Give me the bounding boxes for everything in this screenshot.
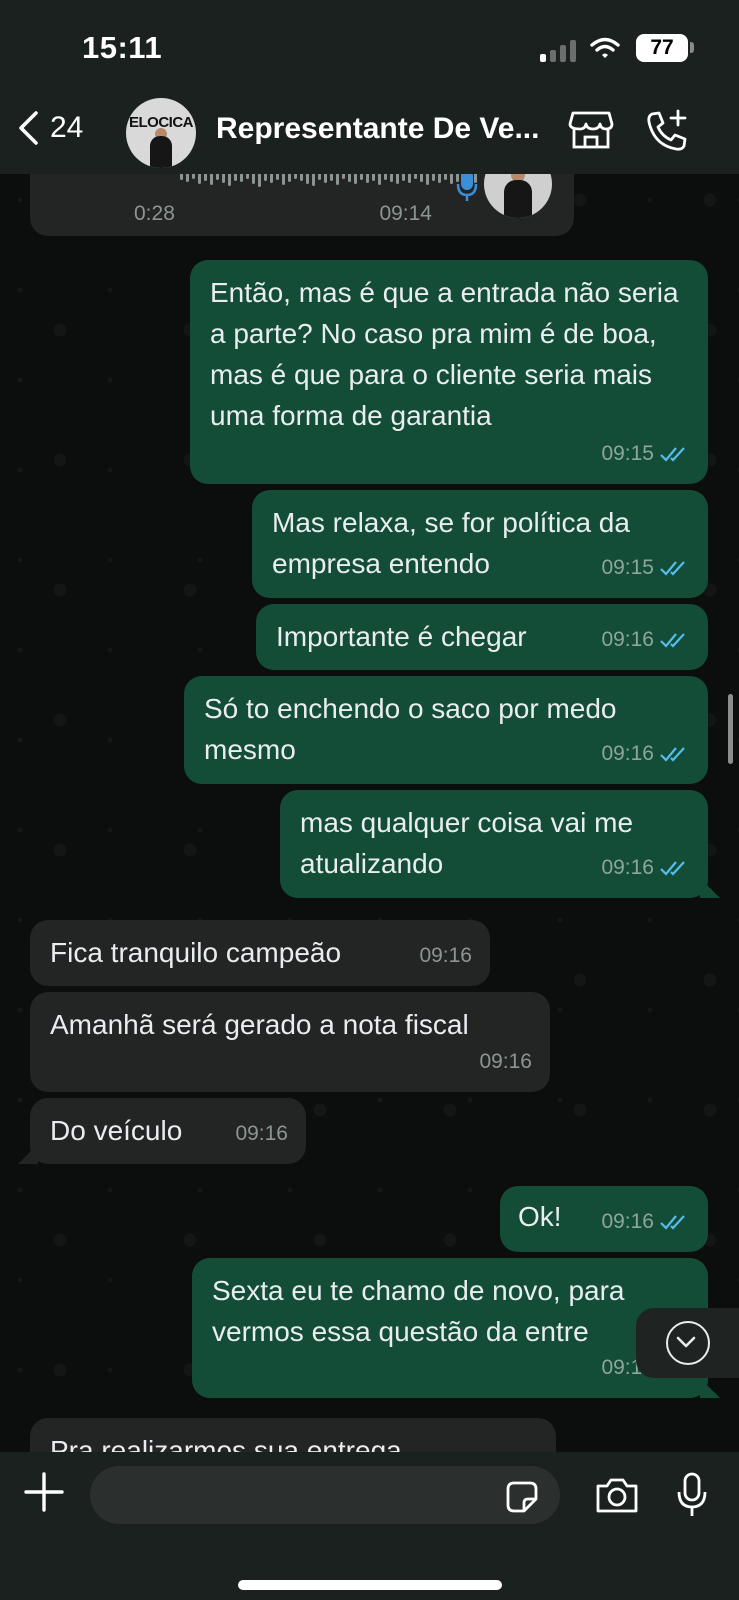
message-time: 09:14 bbox=[379, 202, 432, 225]
scrollbar-thumb[interactable] bbox=[728, 694, 733, 764]
add-call-icon[interactable] bbox=[644, 108, 690, 154]
message-meta: 09:16 bbox=[601, 1201, 690, 1242]
read-ticks-icon bbox=[660, 746, 685, 762]
outgoing-message[interactable]: Importante é chegar 09:16 bbox=[256, 604, 708, 670]
battery-tip bbox=[690, 42, 694, 53]
outgoing-message[interactable]: Sexta eu te chamo de novo, para vermos e… bbox=[192, 1258, 708, 1398]
message-time: 09:16 bbox=[235, 1122, 288, 1145]
message-text: Sexta eu te chamo de novo, para vermos e… bbox=[212, 1275, 625, 1347]
battery-icon: 77 bbox=[636, 34, 688, 62]
message-time: 09:16 bbox=[601, 1210, 654, 1233]
message-meta: 09:16 bbox=[479, 1041, 532, 1082]
message-time: 09:16 bbox=[601, 742, 654, 765]
message-meta: 09:16 bbox=[235, 1113, 288, 1154]
contact-avatar[interactable]: ELOCICA bbox=[126, 98, 196, 168]
incoming-message[interactable]: Fica tranquilo campeão 09:16 bbox=[30, 920, 490, 986]
home-indicator bbox=[238, 1580, 502, 1590]
read-ticks-icon bbox=[660, 860, 685, 876]
read-ticks-icon bbox=[660, 446, 685, 462]
message-text: Então, mas é que a entrada não seria a p… bbox=[210, 277, 679, 431]
read-ticks-icon bbox=[660, 560, 685, 576]
incoming-message[interactable]: Amanhã será gerado a nota fiscal 09:16 bbox=[30, 992, 550, 1092]
wifi-icon bbox=[590, 37, 620, 58]
message-meta: 09:16 bbox=[601, 733, 690, 774]
chevron-down-icon bbox=[666, 1321, 710, 1365]
message-meta: 09:15 bbox=[601, 547, 690, 588]
message-text: Ok! bbox=[518, 1201, 562, 1232]
outgoing-message[interactable]: Só to enchendo o saco por medo mesmo 09:… bbox=[184, 676, 708, 784]
read-ticks-icon bbox=[660, 1214, 685, 1230]
cellular-signal-icon bbox=[540, 38, 576, 62]
message-time: 09:16 bbox=[601, 628, 654, 651]
unread-count: 24 bbox=[50, 111, 84, 144]
plus-icon[interactable] bbox=[24, 1472, 64, 1512]
scroll-to-bottom-button[interactable] bbox=[636, 1308, 739, 1378]
message-meta: 09:15 bbox=[601, 433, 690, 474]
message-time: 09:15 bbox=[601, 442, 654, 465]
message-meta: 09:16 bbox=[601, 847, 690, 888]
chat-header: 24 ELOCICA Representante De Ve... bbox=[0, 96, 739, 174]
back-button[interactable]: 24 bbox=[16, 110, 83, 146]
message-meta: 09:16 bbox=[601, 619, 690, 660]
outgoing-message[interactable]: Ok! 09:16 bbox=[500, 1186, 708, 1252]
message-meta: 09:16 bbox=[419, 935, 472, 976]
message-time: 09:16 bbox=[601, 856, 654, 879]
camera-icon[interactable] bbox=[594, 1476, 640, 1514]
outgoing-message[interactable]: Mas relaxa, se for política da empresa e… bbox=[252, 490, 708, 598]
message-time: 09:16 bbox=[479, 1050, 532, 1073]
message-time: 09:15 bbox=[601, 556, 654, 579]
status-bar: 15:11 77 bbox=[0, 0, 739, 96]
outgoing-message[interactable]: mas qualquer coisa vai me atualizando 09… bbox=[280, 790, 708, 898]
incoming-message[interactable]: Do veículo 09:16 bbox=[30, 1098, 306, 1164]
microphone-icon[interactable] bbox=[676, 1472, 708, 1518]
outgoing-message[interactable]: Então, mas é que a entrada não seria a p… bbox=[190, 260, 708, 484]
message-text: Amanhã será gerado a nota fiscal bbox=[50, 1009, 469, 1040]
message-text: Fica tranquilo campeão bbox=[50, 937, 342, 968]
audio-duration: 0:28 bbox=[134, 202, 175, 225]
message-input[interactable] bbox=[90, 1466, 560, 1524]
clock: 15:11 bbox=[82, 30, 163, 65]
message-text: Do veículo bbox=[50, 1115, 183, 1146]
chevron-left-icon bbox=[19, 111, 38, 145]
contact-name[interactable]: Representante De Ve... bbox=[216, 112, 539, 146]
store-icon[interactable] bbox=[568, 110, 614, 150]
message-text: Importante é chegar bbox=[276, 621, 527, 652]
read-ticks-icon bbox=[660, 632, 685, 648]
composer-bar bbox=[0, 1452, 739, 1600]
sticker-icon[interactable] bbox=[504, 1479, 540, 1515]
message-time: 09:16 bbox=[419, 944, 472, 967]
